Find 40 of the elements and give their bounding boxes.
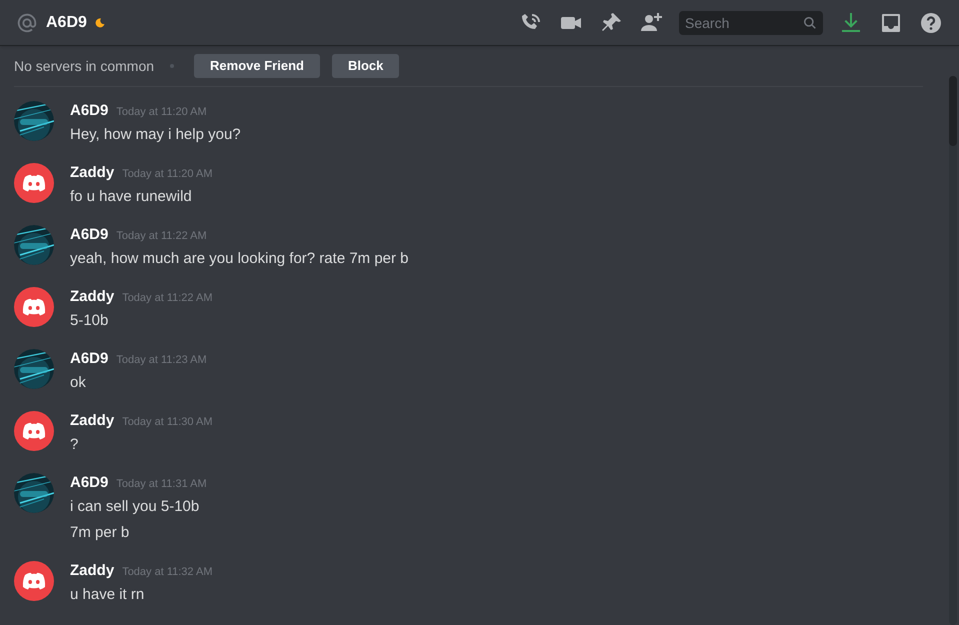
author-name[interactable]: Zaddy (70, 287, 114, 307)
avatar-icon (14, 411, 54, 451)
author-name[interactable]: Zaddy (70, 561, 114, 581)
download-icon[interactable] (839, 10, 863, 34)
search-icon (803, 16, 817, 30)
timestamp: Today at 11:22 AM (122, 291, 212, 306)
avatar-icon (14, 287, 54, 327)
window-title: A6D9 (46, 12, 87, 32)
author-name[interactable]: Zaddy (70, 411, 114, 431)
moon-icon (94, 18, 105, 28)
message-text: yeah, how much are you looking for? rate 7m per b (70, 249, 409, 269)
message-text: Hey, how may i help you? (70, 125, 241, 145)
timestamp: Today at 11:30 AM (122, 415, 212, 430)
at-sign-icon (16, 12, 38, 34)
message-text: fo u have runewild (70, 187, 193, 207)
message-text: ? (70, 435, 80, 455)
avatar-icon (14, 561, 54, 601)
message-text: 7m per b (70, 523, 130, 543)
block-button[interactable]: Block (332, 54, 400, 78)
scrollbar-thumb[interactable] (949, 76, 957, 146)
timestamp: Today at 11:22 AM (116, 229, 207, 244)
avatar-icon (14, 163, 54, 203)
message-text: 5-10b (70, 311, 110, 331)
timestamp: Today at 11:31 AM (116, 477, 207, 492)
timestamp: Today at 11:32 AM (122, 565, 212, 580)
help-icon[interactable] (919, 10, 943, 34)
message-text: i can sell you 5-10b (70, 497, 200, 517)
message-text: ok (70, 373, 87, 393)
message-text: u have it rn (70, 585, 146, 605)
author-name[interactable]: A6D9 (70, 101, 108, 121)
mutual-servers-text: No servers in common (14, 56, 154, 76)
timestamp: Today at 11:20 AM (116, 105, 207, 120)
author-name[interactable]: A6D9 (70, 473, 108, 493)
remove-friend-button[interactable]: Remove Friend (194, 54, 320, 78)
timestamp: Today at 11:23 AM (116, 353, 207, 368)
search-field[interactable]: Search (679, 10, 823, 34)
author-name[interactable]: A6D9 (70, 225, 108, 245)
author-name[interactable]: A6D9 (70, 349, 108, 369)
timestamp: Today at 11:20 AM (122, 167, 212, 182)
author-name[interactable]: Zaddy (70, 163, 114, 183)
